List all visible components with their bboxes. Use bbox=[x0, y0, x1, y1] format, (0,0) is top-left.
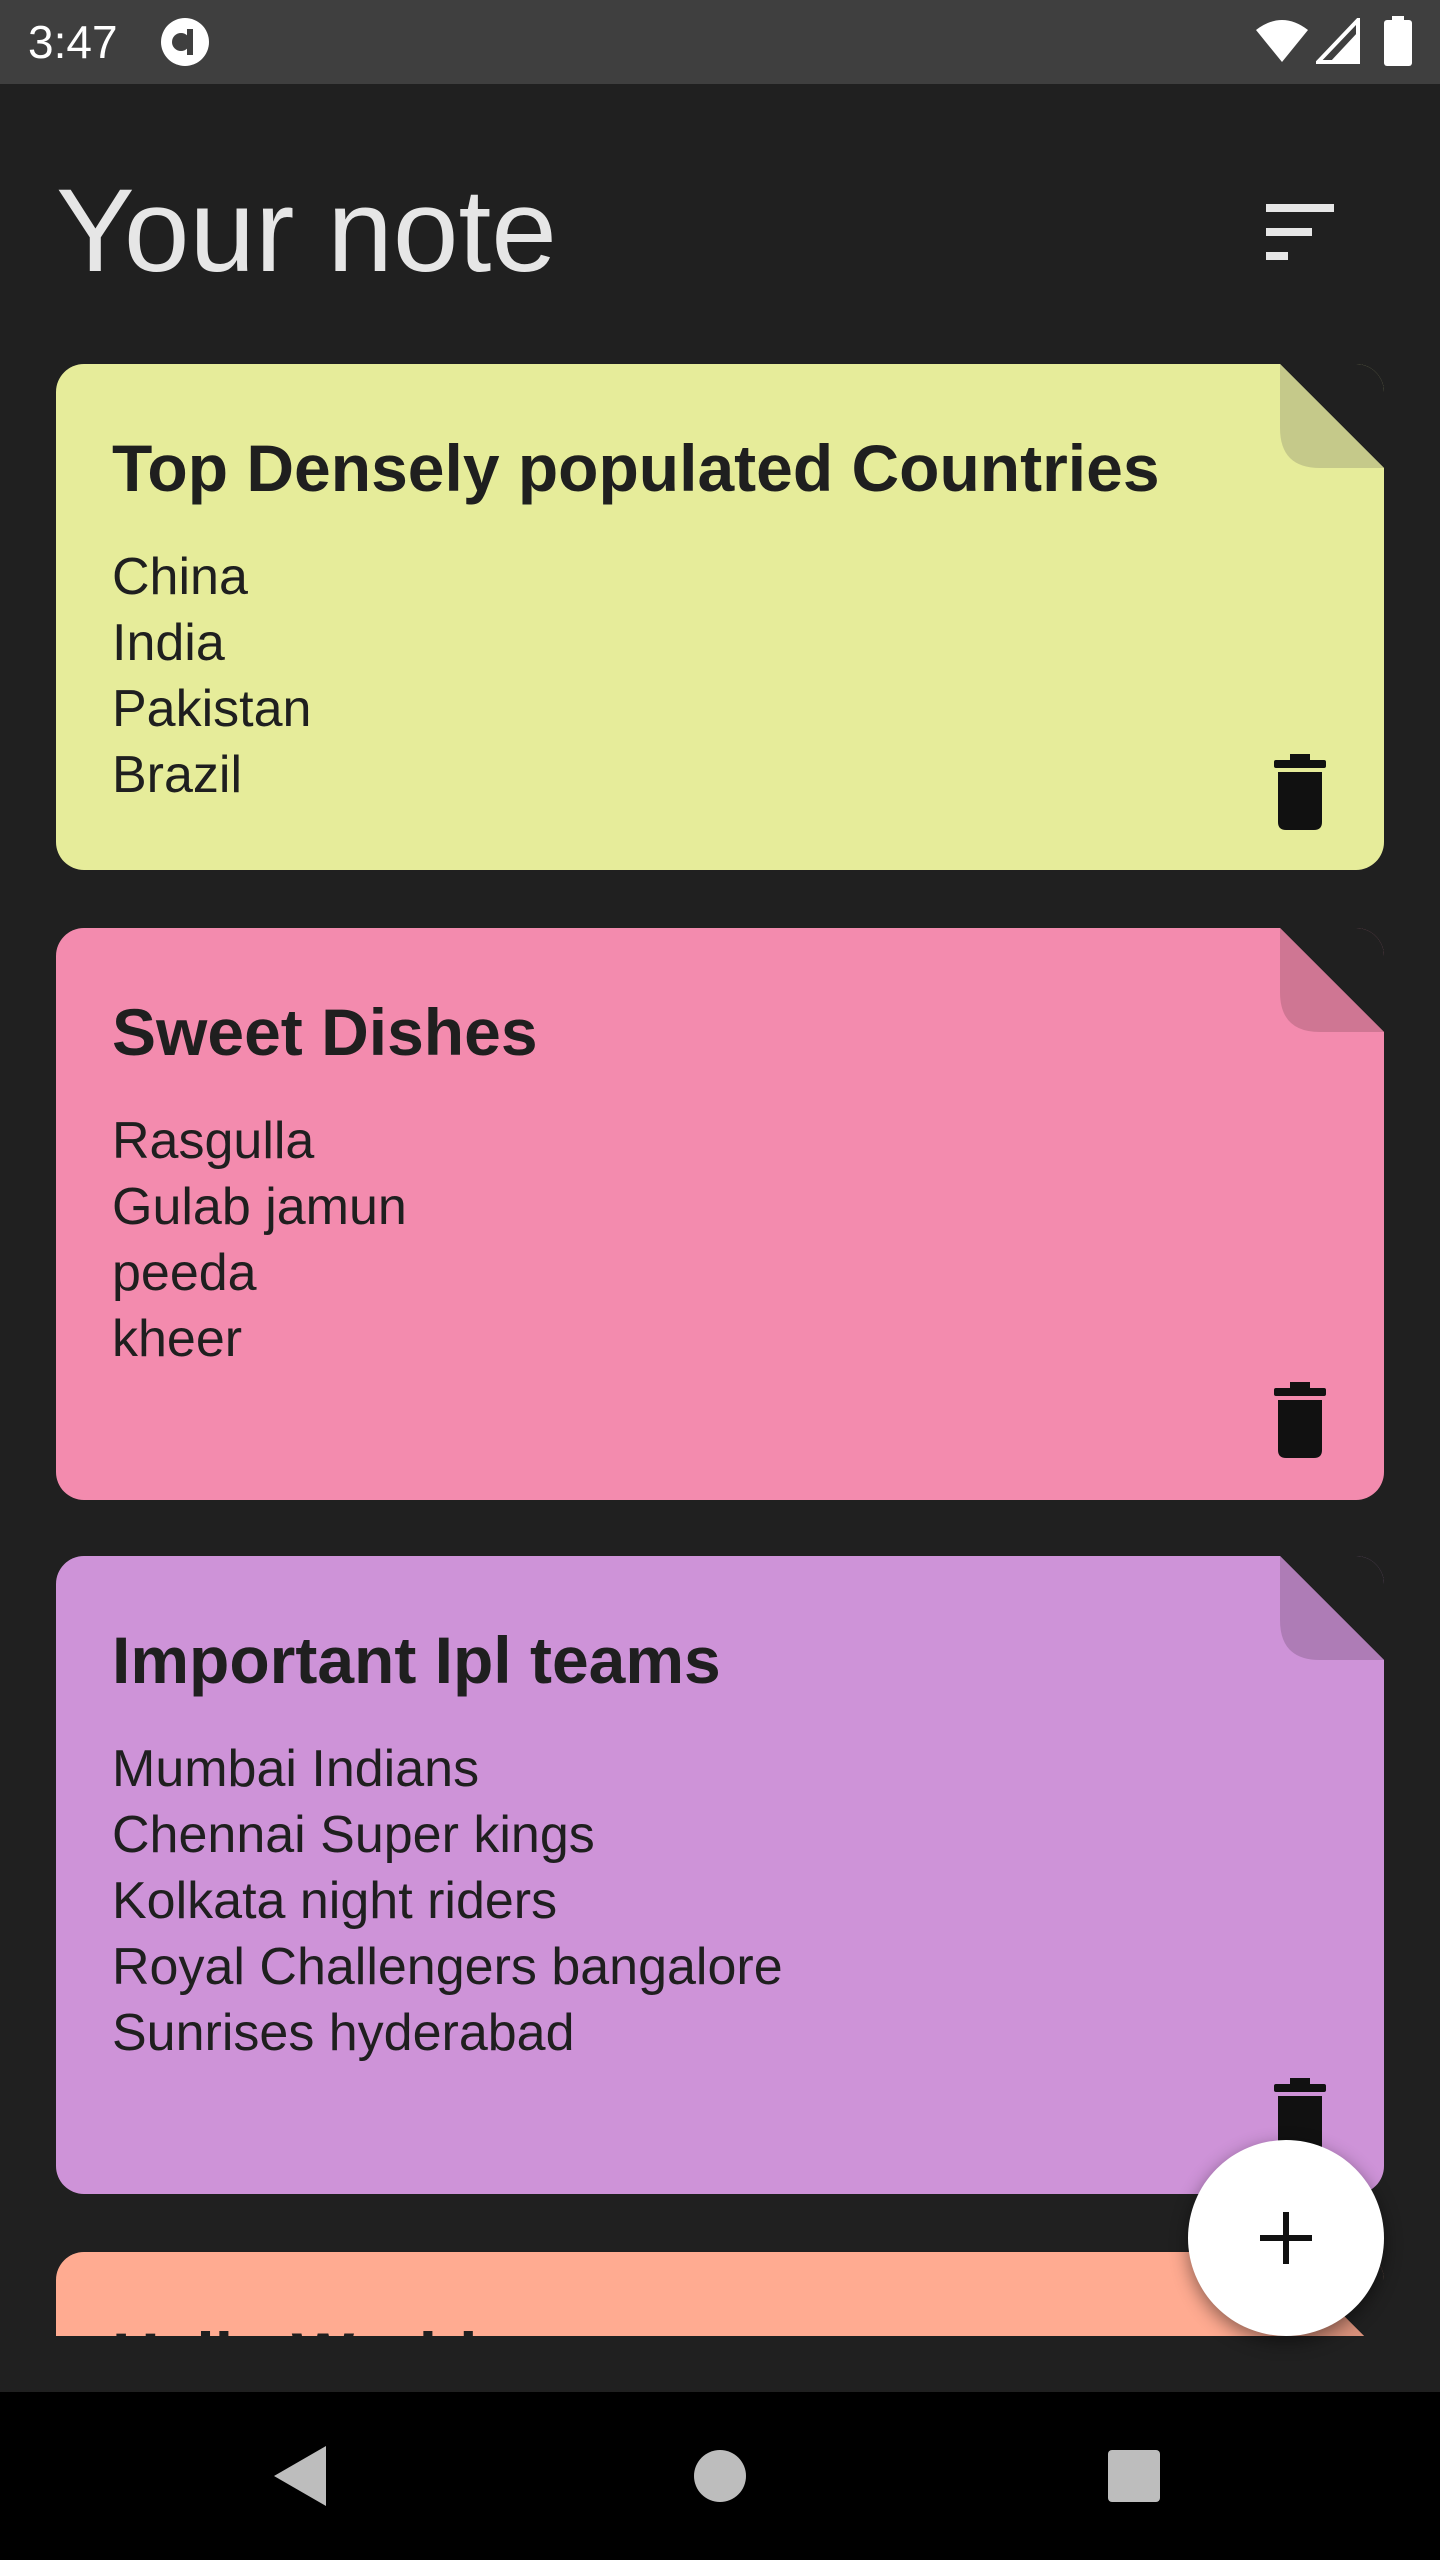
trash-icon bbox=[1274, 1382, 1326, 1458]
note-title: Top Densely populated Countries bbox=[112, 431, 1160, 505]
note-content: Rasgulla Gulab jamun peeda kheer bbox=[112, 1108, 407, 1372]
sort-icon bbox=[1266, 204, 1334, 260]
note-content: China India Pakistan Brazil bbox=[112, 544, 311, 808]
note-line: Rasgulla bbox=[112, 1112, 315, 1170]
nav-back-button[interactable] bbox=[256, 2432, 344, 2520]
wifi-icon bbox=[1254, 18, 1310, 64]
sort-button[interactable] bbox=[1240, 174, 1360, 294]
cell-signal-icon bbox=[1313, 15, 1360, 64]
note-line: India bbox=[112, 614, 225, 672]
note-line: kheer bbox=[112, 1310, 243, 1368]
note-card[interactable]: Hello World bbox=[56, 2252, 1384, 2336]
nav-recents-button[interactable] bbox=[1090, 2432, 1178, 2520]
note-content: Mumbai Indians Chennai Super kings Kolka… bbox=[112, 1736, 783, 2066]
app-header: Your note bbox=[0, 84, 1440, 364]
note-line: Chennai Super kings bbox=[112, 1806, 595, 1864]
note-line: Gulab jamun bbox=[112, 1178, 407, 1236]
note-line: Brazil bbox=[112, 746, 243, 804]
note-line: China bbox=[112, 548, 248, 606]
note-line: peeda bbox=[112, 1244, 257, 1302]
status-bar: 3:47 bbox=[0, 0, 1440, 84]
delete-note-button[interactable] bbox=[1256, 1376, 1344, 1464]
nav-home-button[interactable] bbox=[676, 2432, 764, 2520]
add-note-button[interactable] bbox=[1188, 2140, 1384, 2336]
note-card[interactable]: Top Densely populated Countries China In… bbox=[56, 364, 1384, 870]
note-line: Sunrises hyderabad bbox=[112, 2004, 575, 2062]
plus-icon bbox=[1260, 2212, 1312, 2264]
note-title: Hello World bbox=[112, 2316, 477, 2336]
app-notification-icon bbox=[160, 17, 210, 67]
recents-icon bbox=[1108, 2450, 1160, 2502]
notes-list[interactable]: Top Densely populated Countries China In… bbox=[0, 364, 1440, 2336]
folded-corner bbox=[1280, 364, 1384, 468]
folded-corner bbox=[1280, 928, 1384, 1032]
note-line: Mumbai Indians bbox=[112, 1740, 480, 1798]
page-title: Your note bbox=[56, 165, 557, 297]
home-icon bbox=[694, 2450, 746, 2502]
note-line: Kolkata night riders bbox=[112, 1872, 558, 1930]
note-title: Important Ipl teams bbox=[112, 1623, 721, 1697]
status-time: 3:47 bbox=[28, 16, 118, 68]
battery-icon bbox=[1384, 16, 1412, 66]
note-line: Pakistan bbox=[112, 680, 312, 738]
folded-corner bbox=[1280, 1556, 1384, 1660]
trash-icon bbox=[1274, 754, 1326, 830]
note-card[interactable]: Important Ipl teams Mumbai Indians Chenn… bbox=[56, 1556, 1384, 2194]
note-card[interactable]: Sweet Dishes Rasgulla Gulab jamun peeda … bbox=[56, 928, 1384, 1500]
note-title: Sweet Dishes bbox=[112, 995, 538, 1069]
delete-note-button[interactable] bbox=[1256, 748, 1344, 836]
back-icon bbox=[274, 2446, 326, 2506]
note-line: Royal Challengers bangalore bbox=[112, 1938, 783, 1996]
system-nav-bar bbox=[0, 2392, 1440, 2560]
